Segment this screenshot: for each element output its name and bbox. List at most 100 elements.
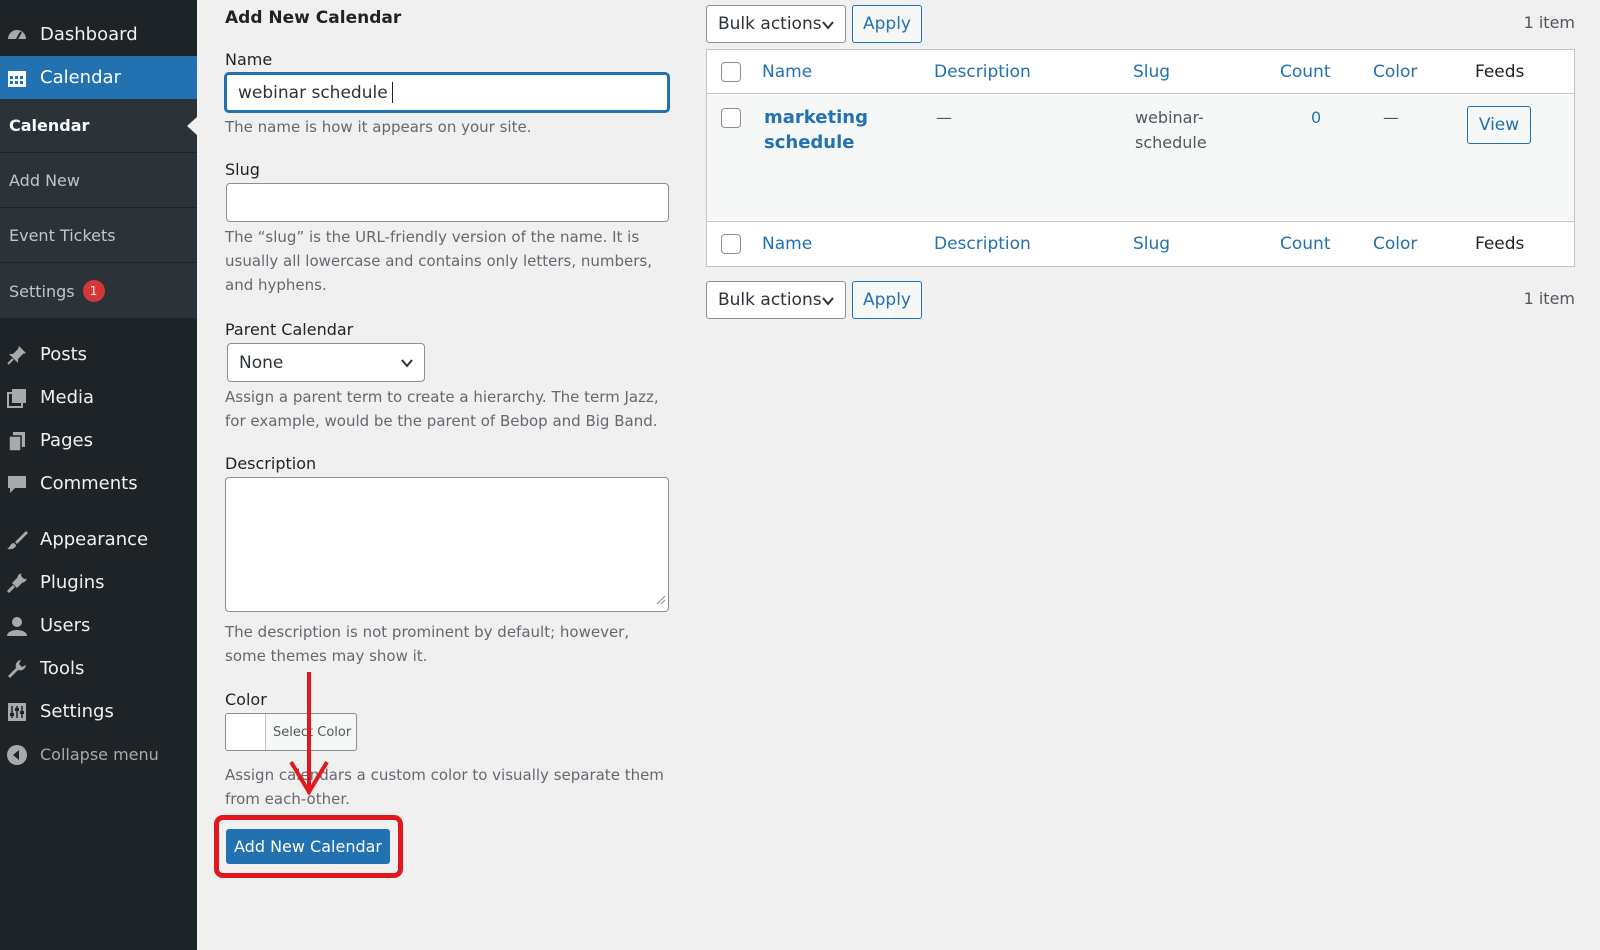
description-help-text: The description is not prominent by defa… — [225, 623, 630, 665]
view-feed-button[interactable]: View — [1467, 106, 1531, 144]
resize-grip-icon[interactable] — [654, 590, 666, 609]
menu-item-comments[interactable]: Comments — [0, 462, 197, 505]
menu-label: Tools — [40, 658, 85, 679]
menu-label: Plugins — [40, 572, 105, 593]
submenu-label: Add New — [9, 171, 80, 190]
menu-label: Comments — [40, 473, 138, 494]
table-row: marketing schedule — webinar-schedule 0 … — [707, 95, 1574, 220]
menu-item-pages[interactable]: Pages — [0, 419, 197, 462]
calendar-count-link[interactable]: 0 — [1311, 105, 1321, 130]
select-all-checkbox[interactable] — [721, 62, 741, 82]
pushpin-icon — [6, 344, 28, 366]
name-label: Name — [225, 50, 273, 69]
name-help-text: The name is how it appears on your site. — [225, 118, 532, 136]
highlight-box — [214, 815, 403, 878]
slug-label: Slug — [225, 160, 260, 179]
row-checkbox[interactable] — [721, 108, 741, 128]
menu-item-posts[interactable]: Posts — [0, 333, 197, 376]
table-header-row: Name Description Slug Count Color Feeds — [707, 50, 1574, 94]
bulk-actions-select-top[interactable]: Bulk actions — [706, 5, 846, 43]
description-label: Description — [225, 454, 317, 473]
paintbrush-icon — [6, 529, 28, 551]
item-count-top: 1 item — [1523, 13, 1575, 32]
bulk-actions-select-bottom[interactable]: Bulk actions — [706, 281, 846, 319]
chevron-down-icon — [400, 355, 414, 375]
user-icon — [6, 615, 28, 637]
column-footer-count[interactable]: Count — [1280, 234, 1331, 254]
submenu-item-add-new[interactable]: Add New — [0, 154, 197, 208]
calendars-table: Name Description Slug Count Color Feeds … — [706, 49, 1575, 267]
menu-label: Pages — [40, 430, 93, 451]
column-footer-description[interactable]: Description — [934, 234, 1031, 254]
column-header-slug[interactable]: Slug — [1133, 62, 1170, 82]
calendar-color: — — [1383, 108, 1399, 127]
menu-item-tools[interactable]: Tools — [0, 647, 197, 690]
menu-item-plugins[interactable]: Plugins — [0, 561, 197, 604]
menu-label: Appearance — [40, 529, 149, 550]
bulk-actions-label: Bulk actions — [718, 290, 822, 310]
calendar-name-link[interactable]: marketing schedule — [764, 105, 884, 155]
submenu-label: Event Tickets — [9, 226, 116, 245]
menu-item-settings[interactable]: Settings — [0, 690, 197, 733]
menu-label: Settings — [40, 701, 114, 722]
collapse-arrow-icon — [6, 744, 28, 766]
calendar-icon — [6, 67, 28, 89]
menu-item-dashboard[interactable]: Dashboard — [0, 13, 197, 56]
color-swatch — [226, 714, 266, 750]
calendar-description: — — [936, 108, 952, 127]
apply-button-bottom[interactable]: Apply — [852, 281, 922, 319]
submenu-label: Settings — [9, 281, 75, 301]
slug-help-text: The “slug” is the URL-friendly version o… — [225, 228, 653, 294]
column-header-color[interactable]: Color — [1373, 62, 1417, 82]
plug-icon — [6, 572, 28, 594]
pages-icon — [6, 430, 28, 452]
menu-item-calendar[interactable]: Calendar — [0, 56, 197, 99]
menu-label: Collapse menu — [40, 745, 159, 764]
wrench-icon — [6, 658, 28, 680]
item-count-bottom: 1 item — [1523, 289, 1575, 308]
column-footer-feeds: Feeds — [1475, 234, 1525, 254]
settings-sliders-icon — [6, 701, 28, 723]
comment-bubble-icon — [6, 473, 28, 495]
submenu-item-settings[interactable]: Settings 1 — [0, 264, 197, 318]
menu-label: Media — [40, 387, 95, 408]
dashboard-icon — [6, 24, 28, 46]
parent-calendar-value: None — [239, 352, 284, 373]
parent-calendar-label: Parent Calendar — [225, 320, 354, 339]
submenu-label: Calendar — [9, 116, 90, 135]
column-header-count[interactable]: Count — [1280, 62, 1331, 82]
column-footer-color[interactable]: Color — [1373, 234, 1417, 254]
menu-item-appearance[interactable]: Appearance — [0, 518, 197, 561]
name-input[interactable]: webinar schedule — [225, 73, 669, 112]
calendar-submenu: Calendar Add New Event Tickets Settings … — [0, 99, 197, 318]
column-header-description[interactable]: Description — [934, 62, 1031, 82]
menu-label: Calendar — [40, 67, 121, 88]
notification-badge: 1 — [82, 280, 105, 302]
column-header-name[interactable]: Name — [762, 62, 812, 82]
text-caret — [391, 82, 393, 103]
menu-label: Users — [40, 615, 91, 636]
color-label: Color — [225, 690, 267, 709]
chevron-down-icon — [821, 17, 835, 37]
chevron-down-icon — [821, 293, 835, 313]
menu-item-media[interactable]: Media — [0, 376, 197, 419]
column-footer-slug[interactable]: Slug — [1133, 234, 1170, 254]
menu-label: Dashboard — [40, 24, 138, 45]
column-footer-name[interactable]: Name — [762, 234, 812, 254]
bulk-actions-label: Bulk actions — [718, 14, 822, 34]
select-all-checkbox-bottom[interactable] — [721, 234, 741, 254]
admin-sidebar: Dashboard Calendar Calendar Add New Even… — [0, 0, 197, 950]
submenu-item-calendar[interactable]: Calendar — [0, 99, 197, 153]
menu-item-users[interactable]: Users — [0, 604, 197, 647]
media-icon — [6, 387, 28, 409]
calendar-slug: webinar-schedule — [1135, 108, 1207, 152]
description-textarea[interactable] — [225, 477, 669, 612]
slug-input[interactable] — [226, 183, 669, 222]
menu-label: Posts — [40, 344, 88, 365]
submenu-item-event-tickets[interactable]: Event Tickets — [0, 209, 197, 263]
collapse-menu-button[interactable]: Collapse menu — [0, 733, 197, 776]
parent-calendar-select[interactable]: None — [227, 343, 425, 382]
parent-help-text: Assign a parent term to create a hierarc… — [225, 388, 659, 430]
form-heading: Add New Calendar — [225, 8, 402, 28]
apply-button-top[interactable]: Apply — [852, 5, 922, 43]
